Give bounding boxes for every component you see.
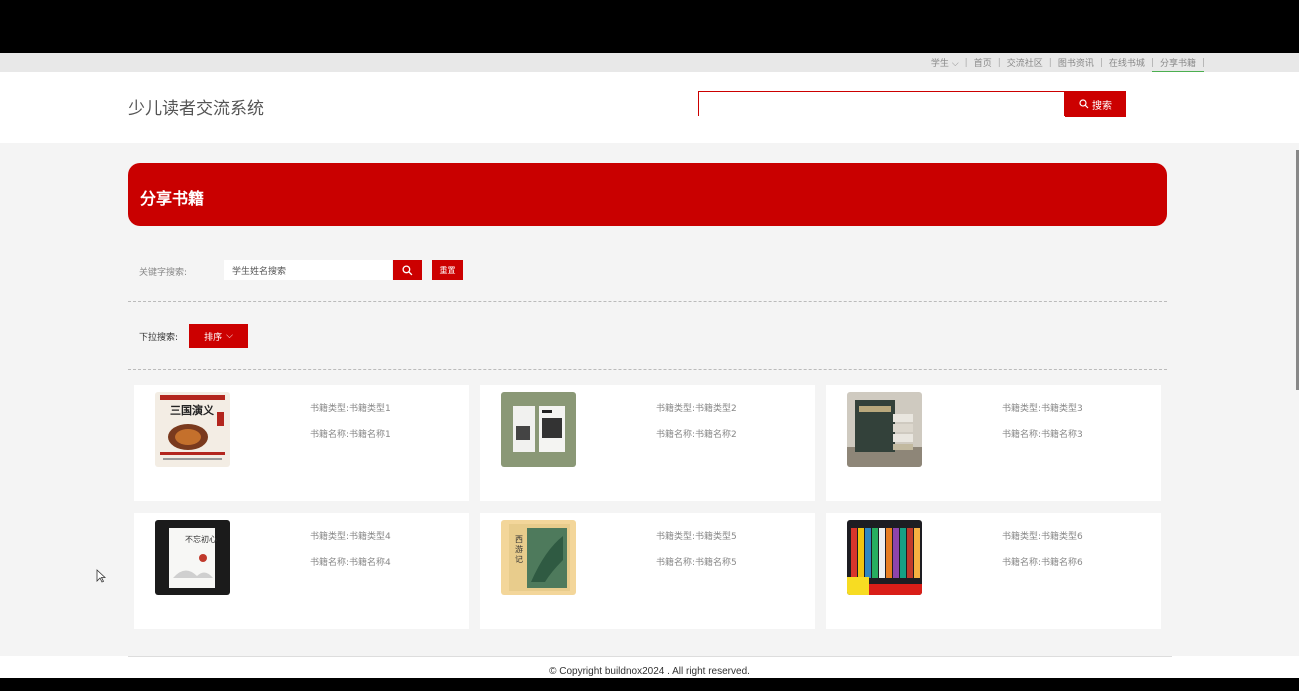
divider	[128, 369, 1167, 370]
bottom-black-bar	[0, 678, 1299, 691]
top-black-bar	[0, 0, 1299, 53]
nav-item-community[interactable]: 交流社区	[1007, 56, 1043, 69]
sort-button-label: 排序	[204, 332, 223, 343]
book-card[interactable]: 书籍类型:书籍类型2 书籍名称:书籍名称2	[480, 385, 815, 501]
book-name: 书籍名称:书籍名称6	[1002, 558, 1083, 568]
copyright-text: © Copyright buildnox2024 . All right res…	[549, 666, 750, 677]
book-type: 书籍类型:书籍类型1	[310, 404, 391, 414]
search-icon	[1079, 99, 1089, 109]
footer-divider	[128, 656, 1172, 657]
sort-dropdown-button[interactable]: 排序 ⌵	[189, 324, 248, 348]
book-type: 书籍类型:书籍类型2	[656, 404, 737, 414]
top-nav-strip: 学生 ⌵ | 首页 | 交流社区 | 图书资讯 | 在线书城 | 分享书籍 |	[0, 53, 1299, 73]
nav-item-online-store[interactable]: 在线书城	[1109, 56, 1145, 69]
page-banner: 分享书籍	[128, 163, 1167, 226]
nav-separator: |	[1201, 57, 1205, 68]
book-cover-image	[847, 520, 922, 595]
book-card[interactable]: 书籍类型:书籍类型6 书籍名称:书籍名称6	[826, 513, 1161, 629]
divider	[128, 301, 1167, 302]
book-type: 书籍类型:书籍类型4	[310, 532, 391, 542]
book-cover-image	[847, 392, 922, 467]
nav-separator: |	[1048, 57, 1052, 68]
page-footer: © Copyright buildnox2024 . All right res…	[0, 656, 1299, 678]
reset-button[interactable]: 重置	[432, 260, 463, 280]
book-name: 书籍名称:书籍名称1	[310, 430, 391, 440]
site-header: 少儿读者交流系统 搜索	[0, 72, 1299, 143]
book-name: 书籍名称:书籍名称5	[656, 558, 737, 568]
svg-text:游: 游	[515, 544, 523, 554]
nav-item-home[interactable]: 首页	[974, 56, 992, 69]
nav-user-menu[interactable]: 学生 ⌵	[931, 56, 959, 69]
book-cover-image: 不忘初心	[155, 520, 230, 595]
search-icon	[402, 264, 413, 275]
top-search-button[interactable]: 搜索	[1065, 91, 1126, 117]
site-title: 少儿读者交流系统	[128, 99, 264, 119]
chevron-down-icon: ⌵	[226, 331, 233, 341]
top-nav-links: 学生 ⌵ | 首页 | 交流社区 | 图书资讯 | 在线书城 | 分享书籍 |	[931, 53, 1211, 73]
page-title: 分享书籍	[140, 189, 205, 208]
dropdown-search-label: 下拉搜索:	[139, 333, 179, 343]
book-card[interactable]: 三国演义 书籍类型:书籍类型1 书籍名称:书籍名称1	[134, 385, 469, 501]
book-card[interactable]: 不忘初心 书籍类型:书籍类型4 书籍名称:书籍名称4	[134, 513, 469, 629]
book-cover-image: 西 游 记	[501, 520, 576, 595]
nav-separator: |	[997, 57, 1001, 68]
top-search-button-label: 搜索	[1092, 100, 1112, 112]
svg-text:西: 西	[515, 535, 523, 544]
nav-item-book-news[interactable]: 图书资讯	[1058, 56, 1094, 69]
book-name: 书籍名称:书籍名称2	[656, 430, 737, 440]
mouse-cursor-icon	[96, 569, 106, 583]
top-search-input[interactable]	[699, 92, 1064, 116]
book-card[interactable]: 书籍类型:书籍类型3 书籍名称:书籍名称3	[826, 385, 1161, 501]
svg-text:三国演义: 三国演义	[170, 403, 215, 417]
chevron-down-icon: ⌵	[951, 59, 959, 69]
nav-separator: |	[964, 57, 968, 68]
book-name: 书籍名称:书籍名称3	[1002, 430, 1083, 440]
book-type: 书籍类型:书籍类型6	[1002, 532, 1083, 542]
nav-item-share-books[interactable]: 分享书籍	[1151, 56, 1204, 73]
keyword-search-button[interactable]	[393, 260, 422, 280]
book-cover-image: 三国演义	[155, 392, 230, 467]
main-content: 分享书籍 关键字搜索: 学生姓名搜索 重置 下拉搜索: 排序 ⌵ 三国演义 书籍…	[0, 143, 1299, 656]
book-cover-image	[501, 392, 576, 467]
svg-text:不忘初心: 不忘初心	[185, 534, 217, 544]
book-card[interactable]: 西 游 记 书籍类型:书籍类型5 书籍名称:书籍名称5	[480, 513, 815, 629]
book-type: 书籍类型:书籍类型5	[656, 532, 737, 542]
svg-text:记: 记	[515, 555, 523, 564]
top-search-field[interactable]	[698, 91, 1065, 116]
book-name: 书籍名称:书籍名称4	[310, 558, 391, 568]
book-type: 书籍类型:书籍类型3	[1002, 404, 1083, 414]
keyword-search-input[interactable]: 学生姓名搜索	[224, 260, 392, 280]
nav-separator: |	[1099, 57, 1103, 68]
nav-separator: |	[1150, 57, 1154, 68]
keyword-search-label: 关键字搜索:	[139, 268, 188, 278]
nav-user-label: 学生	[930, 59, 949, 69]
